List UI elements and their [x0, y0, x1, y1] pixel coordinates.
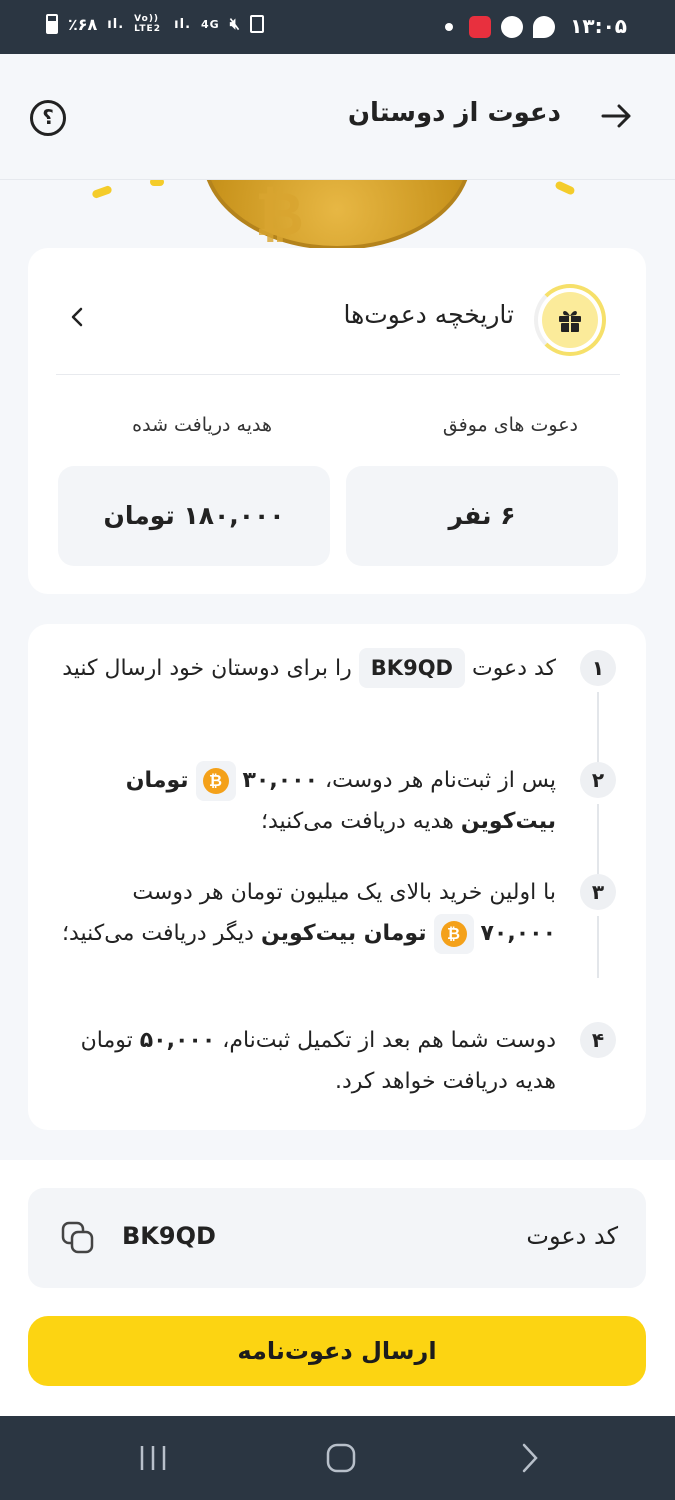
divider	[56, 374, 620, 375]
mute-icon: 🔇︎	[229, 14, 240, 33]
successful-invites-value: ۶ نفر	[346, 466, 618, 566]
gift-icon	[542, 292, 598, 348]
step-number: ۴	[580, 1022, 616, 1058]
confetti-decoration	[150, 180, 164, 186]
received-reward-label: هدیه دریافت شده	[132, 414, 272, 436]
step-2: ۲ پس از ثبت‌نام هر دوست، ۳۰,۰۰۰ ₿ تومان …	[56, 760, 616, 842]
page-title: دعوت از دوستان	[347, 98, 561, 128]
signal-icon-2: ıl.	[174, 16, 192, 32]
invite-code-chip[interactable]: BK9QD	[358, 648, 465, 688]
reward-amount: ۳۰,۰۰۰	[242, 768, 319, 793]
step-text-part: کد دعوت	[471, 656, 556, 681]
notification-dot-icon	[445, 23, 453, 31]
step-text-part: دیگر دریافت می‌کنید؛	[61, 921, 254, 946]
status-bar: ٪۶۸ ıl. Vo)) LTE2 ıl. 4G 🔇︎ ۱۳:۰۵	[0, 0, 675, 54]
successful-invites-label: دعوت های موفق	[442, 414, 578, 436]
step-text-part: پس از ثبت‌نام هر دوست،	[325, 768, 556, 793]
step-4: ۴ دوست شما هم بعد از تکمیل ثبت‌نام، ۵۰,۰…	[56, 1020, 616, 1102]
step-text-part: هدیه دریافت می‌کنید؛	[260, 809, 454, 834]
confetti-decoration	[554, 180, 576, 196]
received-reward-value: ۱۸۰,۰۰۰ تومان	[58, 466, 330, 566]
step-3: ۳ با اولین خرید بالای یک میلیون تومان هر…	[56, 872, 616, 954]
signal-icon: ıl.	[107, 16, 125, 32]
invite-code-box: کد دعوت BK9QD	[28, 1188, 646, 1288]
send-invitation-button[interactable]: ارسال دعوت‌نامه	[28, 1316, 646, 1386]
battery-percent: ٪۶۸	[68, 14, 98, 34]
recent-apps-icon[interactable]	[138, 1442, 168, 1474]
step-text: دوست شما هم بعد از تکمیل ثبت‌نام، ۵۰,۰۰۰…	[56, 1020, 556, 1102]
step-text-part: را برای دوستان خود ارسال کنید	[62, 656, 352, 681]
status-right-icons	[445, 16, 555, 38]
history-link-label[interactable]: تاریخچه دعوت‌ها	[343, 300, 514, 329]
copy-icon[interactable]	[60, 1220, 96, 1256]
status-time: ۱۳:۰۵	[570, 14, 627, 38]
bitcoin-icon: ₿	[433, 914, 474, 954]
bitcoin-symbol-icon: ₿	[255, 180, 304, 250]
step-number: ۳	[580, 874, 616, 910]
bitcoin-coin-image	[202, 180, 472, 250]
network-4g-label: 4G	[201, 17, 220, 31]
step-number: ۱	[580, 650, 616, 686]
chevron-left-icon[interactable]	[68, 306, 86, 328]
step-number: ۲	[580, 762, 616, 798]
reward-currency: تومان بیت‌کوین	[260, 921, 427, 946]
arrow-right-icon[interactable]	[599, 98, 635, 134]
app-notification-icon	[469, 16, 491, 38]
step-text-part: با اولین خرید بالای یک میلیون تومان هر د…	[132, 880, 556, 905]
step-connector	[597, 692, 599, 762]
bitcoin-icon: ₿	[195, 761, 236, 801]
step-text-part: دوست شما هم بعد از تکمیل ثبت‌نام،	[222, 1028, 556, 1053]
invite-summary-card: تاریخچه دعوت‌ها دعوت های موفق هدیه دریاف…	[28, 248, 646, 594]
chat-icon	[533, 16, 555, 38]
header: دعوت از دوستان ؟	[0, 54, 675, 180]
app-notification-icon-2	[501, 16, 523, 38]
bottom-panel: کد دعوت BK9QD ارسال دعوت‌نامه	[0, 1160, 675, 1416]
steps-card: ۱ کد دعوت BK9QD را برای دوستان خود ارسال…	[28, 624, 646, 1130]
step-text: کد دعوت BK9QD را برای دوستان خود ارسال ک…	[56, 648, 556, 689]
question-circle-icon[interactable]: ؟	[30, 100, 66, 136]
system-nav-bar	[0, 1416, 675, 1500]
reward-amount: ۵۰,۰۰۰	[139, 1028, 216, 1053]
battery-icon	[46, 14, 58, 34]
step-text: پس از ثبت‌نام هر دوست، ۳۰,۰۰۰ ₿ تومان بی…	[56, 760, 556, 842]
reward-amount: ۷۰,۰۰۰	[480, 921, 557, 946]
invite-code-value: BK9QD	[122, 1222, 216, 1250]
step-text: با اولین خرید بالای یک میلیون تومان هر د…	[56, 872, 556, 954]
volte-label: Vo)) LTE2	[134, 14, 161, 34]
home-icon[interactable]	[325, 1442, 357, 1474]
sim-icon	[249, 15, 264, 33]
invite-code-label: کد دعوت	[526, 1222, 618, 1250]
confetti-decoration	[91, 184, 113, 200]
step-1: ۱ کد دعوت BK9QD را برای دوستان خود ارسال…	[56, 648, 616, 689]
status-left-icons: ٪۶۸ ıl. Vo)) LTE2 ıl. 4G 🔇︎	[46, 14, 264, 34]
back-nav-icon[interactable]	[518, 1442, 542, 1474]
